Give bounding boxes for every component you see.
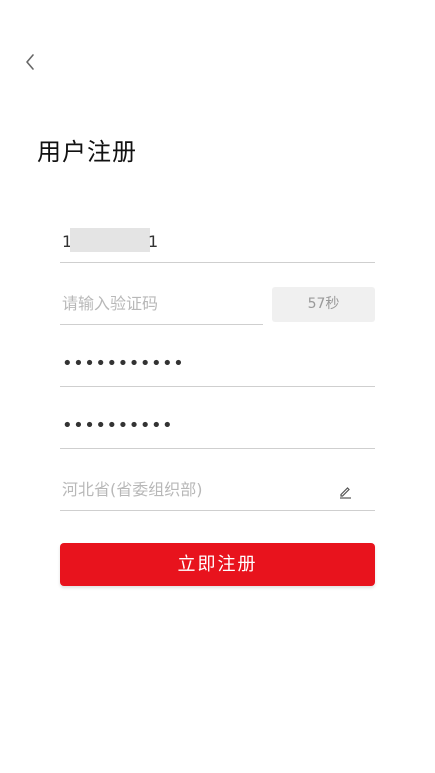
register-button[interactable]: 立即注册	[60, 543, 375, 586]
organization-value: 河北省(省委组织部)	[62, 480, 203, 499]
phone-mask	[70, 228, 150, 252]
password-value: •••••••••••	[62, 353, 185, 374]
verification-code-input[interactable]: 请输入验证码	[60, 287, 263, 325]
countdown-button[interactable]: 57秒	[272, 287, 375, 322]
pencil-icon	[340, 487, 351, 499]
verification-code-placeholder: 请输入验证码	[62, 294, 159, 313]
edit-icon-button[interactable]	[338, 484, 353, 499]
password-input[interactable]: •••••••••••	[60, 349, 375, 387]
chevron-left-icon	[26, 54, 34, 70]
confirm-password-input[interactable]: ••••••••••	[60, 411, 375, 449]
confirm-password-value: ••••••••••	[62, 415, 174, 436]
phone-input[interactable]: 1 1	[60, 225, 375, 263]
back-button[interactable]	[18, 50, 42, 74]
page-title: 用户注册	[37, 138, 137, 166]
organization-input[interactable]: 河北省(省委组织部)	[60, 473, 375, 511]
phone-suffix: 1	[148, 232, 159, 251]
